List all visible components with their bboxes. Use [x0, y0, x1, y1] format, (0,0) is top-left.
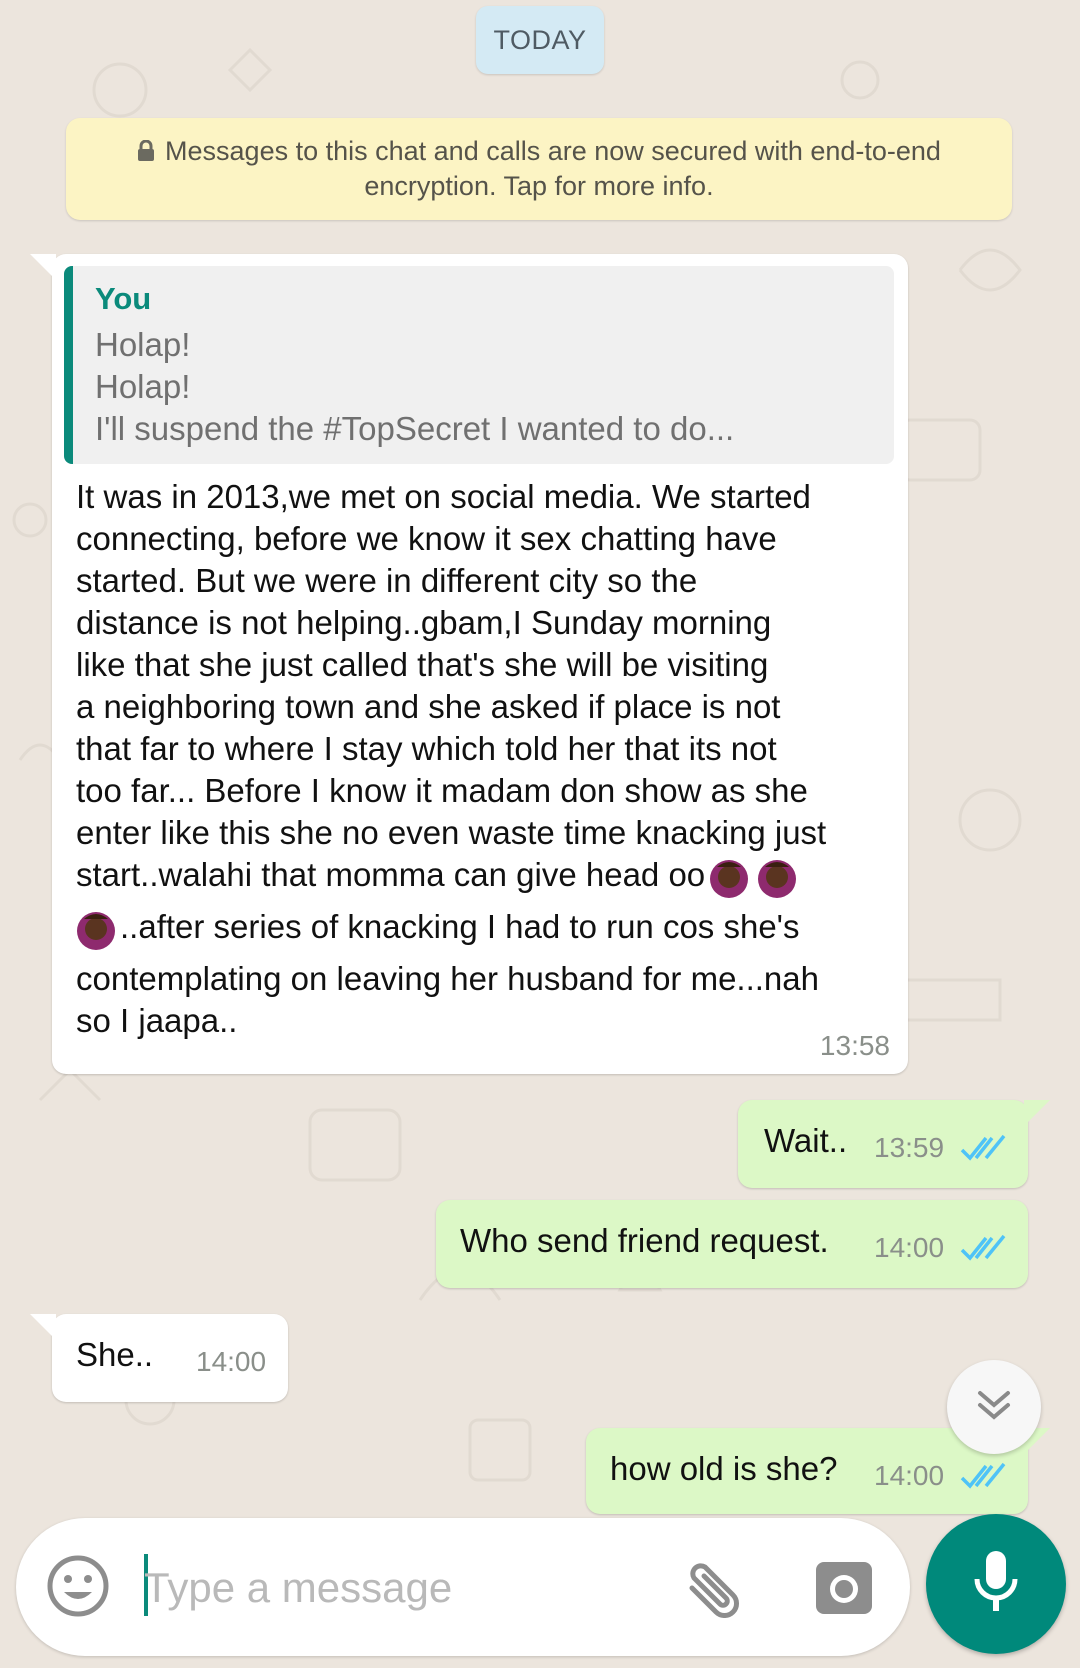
read-ticks-icon: [960, 1462, 1008, 1495]
date-chip-label: TODAY: [493, 24, 587, 55]
woman-gesturing-ok-emoji: [755, 855, 799, 899]
bubble-tail: [30, 1314, 56, 1340]
message-line: a neighboring town and she asked if plac…: [76, 688, 781, 725]
message-time: 13:58: [819, 1030, 890, 1061]
message-text: Wait..: [764, 1122, 848, 1159]
scroll-to-bottom-button[interactable]: [947, 1360, 1041, 1454]
smiley-icon[interactable]: [46, 1554, 110, 1623]
woman-gesturing-ok-emoji: [707, 855, 751, 899]
message-line: started. But we were in different city s…: [76, 562, 698, 599]
incoming-message-long[interactable]: You Holap! Holap! I'll suspend the #TopS…: [30, 254, 908, 1074]
message-time: 13:59: [874, 1132, 945, 1163]
message-line: It was in 2013,we met on social media. W…: [76, 478, 811, 515]
encryption-notice-line1: Messages to this chat and calls are now …: [165, 136, 941, 167]
message-text: She..: [76, 1336, 154, 1373]
quoted-message[interactable]: You Holap! Holap! I'll suspend the #TopS…: [64, 266, 894, 464]
message-text: It was in 2013,we met on social media. W…: [76, 476, 876, 1042]
paperclip-icon[interactable]: [682, 1558, 752, 1623]
chevron-double-down-icon: [974, 1385, 1014, 1430]
date-chip: TODAY: [476, 6, 604, 74]
message-line: contemplating on leaving her husband for…: [76, 960, 819, 997]
camera-icon[interactable]: [814, 1558, 874, 1623]
quoted-line: Holap!: [95, 326, 191, 363]
mic-icon: [971, 1549, 1021, 1620]
message-text: Who send friend request.: [460, 1222, 829, 1259]
message-input-bar: [16, 1518, 910, 1656]
message-line: that far to where I stay which told her …: [76, 730, 777, 767]
outgoing-message[interactable]: Who send friend request. 14:00: [436, 1200, 1028, 1288]
woman-gesturing-ok-emoji: [74, 907, 118, 951]
message-line: too far... Before I know it madam don sh…: [76, 772, 808, 809]
quoted-author: You: [95, 281, 152, 316]
encryption-notice[interactable]: Messages to this chat and calls are now …: [66, 118, 1012, 220]
bubble-tail: [30, 254, 56, 280]
message-line-with-emoji: ..after series of knacking I had to run …: [72, 906, 876, 958]
incoming-message[interactable]: She.. 14:00: [30, 1314, 288, 1402]
message-line: so I jaapa..: [76, 1002, 238, 1039]
message-input[interactable]: [142, 1554, 666, 1622]
lock-icon: [137, 137, 155, 170]
quoted-line: Holap!: [95, 368, 191, 405]
outgoing-message[interactable]: Wait.. 13:59: [738, 1100, 1050, 1188]
message-line: distance is not helping..gbam,I Sunday m…: [76, 604, 772, 641]
message-time: 14:00: [196, 1346, 267, 1377]
message-line: connecting, before we know it sex chatti…: [76, 520, 777, 557]
message-line-with-emoji: start..walahi that momma can give head o…: [76, 854, 876, 906]
voice-message-button[interactable]: [926, 1514, 1066, 1654]
message-line: like that she just called that's she wil…: [76, 646, 769, 683]
message-time: 14:00: [874, 1232, 945, 1263]
read-ticks-icon: [960, 1134, 1008, 1167]
message-time: 14:00: [874, 1460, 945, 1491]
encryption-notice-line2: encryption. Tap for more info.: [364, 170, 714, 201]
bubble-tail: [1024, 1100, 1050, 1126]
message-line: ..after series of knacking I had to run …: [120, 908, 800, 945]
message-line: start..walahi that momma can give head o…: [76, 856, 706, 893]
message-text: how old is she?: [610, 1450, 838, 1487]
read-ticks-icon: [960, 1234, 1008, 1267]
quoted-line: I'll suspend the #TopSecret I wanted to …: [95, 410, 735, 447]
message-line: enter like this she no even waste time k…: [76, 814, 827, 851]
